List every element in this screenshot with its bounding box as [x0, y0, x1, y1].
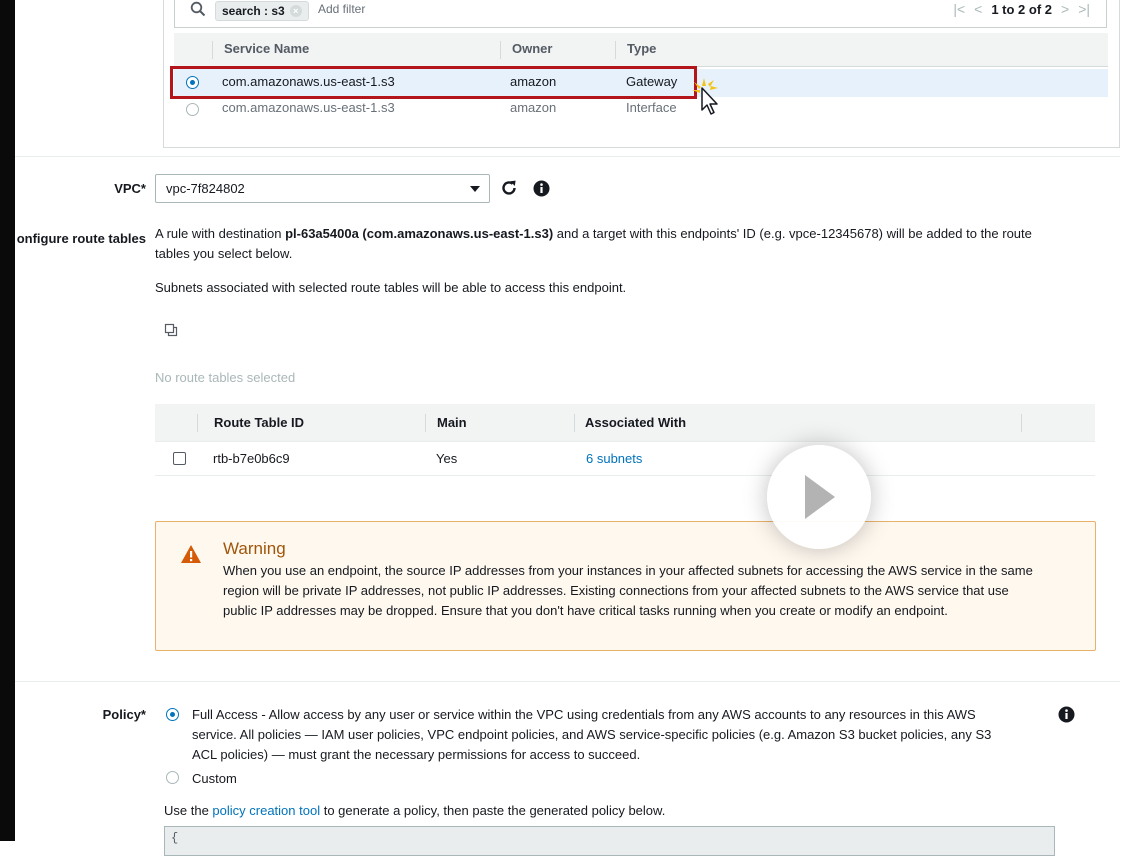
warning-line: When you use an endpoint, the source IP …	[223, 563, 1033, 578]
type-cell: Interface	[626, 100, 677, 115]
last-page-icon[interactable]: >|	[1078, 1, 1090, 17]
filter-bar: search : s3 × Add filter |< < 1 to 2 of …	[174, 0, 1107, 28]
rule-line2: tables you select below.	[155, 246, 293, 261]
vpc-select-value: vpc-7f824802	[166, 181, 245, 196]
rule-destination: pl-63a5400a (com.amazonaws.us-east-1.s3)	[285, 226, 554, 241]
play-icon	[805, 475, 835, 519]
next-page-icon[interactable]: >	[1061, 1, 1069, 17]
copy-icon[interactable]	[161, 320, 181, 340]
type-cell: Gateway	[626, 74, 678, 89]
column-route-table-id[interactable]: Route Table ID	[214, 415, 304, 430]
column-type[interactable]: Type	[627, 41, 656, 56]
policy-info-icon[interactable]	[1056, 704, 1076, 724]
subnets-note: Subnets associated with selected route t…	[155, 280, 627, 295]
rule-prefix: A rule with destination	[155, 226, 286, 241]
add-filter-input[interactable]: Add filter	[318, 2, 365, 16]
column-divider	[615, 41, 616, 59]
rule-suffix: and a target with this endpoints' ID (e.…	[553, 226, 1032, 241]
policy-full-access-option[interactable]: Full Access - Allow access by any user o…	[192, 705, 1042, 765]
policy-full-access-line: ACL policies) — must grant the necessary…	[192, 747, 641, 762]
policy-tool-prefix: Use the	[164, 803, 213, 818]
vpc-select[interactable]: vpc-7f824802	[155, 174, 490, 203]
service-name-cell: com.amazonaws.us-east-1.s3	[222, 74, 395, 89]
empty-route-tables-text: No route tables selected	[155, 370, 296, 385]
owner-cell: amazon	[510, 100, 557, 115]
service-radio-selected[interactable]	[186, 76, 199, 89]
remove-token-icon[interactable]: ×	[289, 5, 302, 17]
vpc-label: VPC*	[114, 181, 146, 196]
service-table-header: Service Name Owner Type	[174, 33, 1108, 67]
column-divider	[197, 414, 198, 432]
column-divider	[574, 414, 575, 432]
info-icon[interactable]	[531, 178, 551, 198]
policy-full-access-line: Full Access - Allow access by any user o…	[192, 707, 976, 722]
main-cell: Yes	[436, 451, 458, 466]
search-icon[interactable]	[185, 0, 211, 23]
column-owner[interactable]: Owner	[512, 41, 552, 56]
service-radio[interactable]	[186, 103, 199, 116]
route-table-checkbox[interactable]	[173, 452, 186, 465]
owner-cell: amazon	[510, 74, 557, 89]
left-edge-bar	[0, 0, 15, 841]
policy-full-access-radio[interactable]	[166, 708, 179, 721]
first-page-icon[interactable]: |<	[953, 1, 965, 17]
column-main[interactable]: Main	[437, 415, 467, 430]
policy-tool-text: Use the policy creation tool to generate…	[164, 801, 665, 821]
warning-icon	[181, 545, 201, 563]
route-tables-label: onfigure route tables	[16, 231, 146, 246]
warning-line: public IP addresses may be dropped. Ensu…	[223, 603, 948, 618]
associated-subnets-link[interactable]: 6 subnets	[586, 451, 642, 466]
section-divider	[15, 156, 1120, 157]
service-row-gateway[interactable]: com.amazonaws.us-east-1.s3 amazon Gatewa…	[174, 69, 1108, 97]
column-divider	[212, 41, 213, 59]
warning-alert: Warning When you use an endpoint, the so…	[155, 521, 1096, 651]
warning-message: When you use an endpoint, the source IP …	[223, 561, 1083, 621]
policy-label: Policy*	[102, 707, 146, 722]
policy-custom-radio[interactable]	[166, 771, 179, 784]
chevron-down-icon	[470, 186, 480, 192]
refresh-icon[interactable]	[499, 178, 519, 198]
video-play-button[interactable]	[767, 445, 871, 549]
policy-creation-tool-link[interactable]: policy creation tool	[212, 803, 320, 818]
column-associated-with[interactable]: Associated With	[585, 415, 686, 430]
service-row-interface[interactable]: com.amazonaws.us-east-1.s3 amazon Interf…	[174, 97, 1108, 125]
route-table-header: Route Table ID Main Associated With	[155, 404, 1095, 442]
warning-title: Warning	[223, 539, 286, 558]
column-divider	[500, 41, 501, 59]
pagination-text: 1 to 2 of 2	[991, 1, 1052, 17]
policy-full-access-line: service. All policies — IAM user policie…	[192, 727, 992, 742]
mouse-cursor-icon	[692, 78, 718, 115]
policy-editor[interactable]: {	[164, 826, 1055, 856]
column-divider	[425, 414, 426, 432]
route-table-id-cell: rtb-b7e0b6c9	[213, 451, 290, 466]
warning-line: region will be private IP addresses, not…	[223, 583, 1009, 598]
filter-token-label: search : s3	[222, 4, 285, 18]
column-service-name[interactable]: Service Name	[224, 41, 309, 56]
route-table-row[interactable]: rtb-b7e0b6c9 Yes 6 subnets	[155, 442, 1095, 476]
pagination: |< < 1 to 2 of 2 > >|	[953, 1, 1090, 17]
route-rule-description: A rule with destination pl-63a5400a (com…	[155, 224, 1095, 264]
service-name-cell: com.amazonaws.us-east-1.s3	[222, 100, 395, 115]
section-divider	[15, 681, 1120, 682]
policy-tool-suffix: to generate a policy, then paste the gen…	[320, 803, 666, 818]
column-divider	[1021, 414, 1022, 432]
filter-token: search : s3 ×	[215, 1, 309, 21]
prev-page-icon[interactable]: <	[974, 1, 982, 17]
policy-custom-label[interactable]: Custom	[192, 769, 237, 789]
